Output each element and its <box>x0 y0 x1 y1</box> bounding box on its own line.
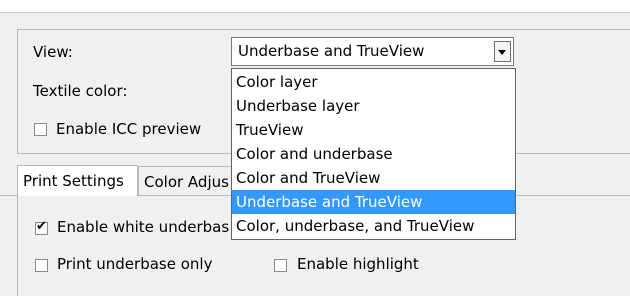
enable-highlight-checkbox[interactable] <box>274 259 287 272</box>
view-label: View: <box>33 43 73 61</box>
tab-color-adjustments[interactable]: Color Adjus <box>138 166 238 195</box>
enable-icc-preview-checkbox[interactable] <box>34 123 47 136</box>
dropdown-option[interactable]: Color layer <box>232 70 515 94</box>
enable-white-underbase-checkbox[interactable]: ✔ <box>35 219 48 235</box>
view-select-value: Underbase and TrueView <box>238 42 425 60</box>
enable-highlight-label[interactable]: Enable highlight <box>297 255 419 273</box>
tab-print-settings[interactable]: Print Settings <box>17 165 138 196</box>
textile-color-label: Textile color: <box>33 82 128 100</box>
tab-print-settings-label: Print Settings <box>23 172 124 190</box>
dropdown-option-selected[interactable]: Underbase and TrueView <box>232 190 515 214</box>
top-panel <box>0 0 630 13</box>
dropdown-option[interactable]: TrueView <box>232 118 515 142</box>
print-underbase-only-checkbox[interactable] <box>35 259 48 272</box>
view-dropdown-list: Color layer Underbase layer TrueView Col… <box>231 68 516 240</box>
dropdown-button[interactable] <box>494 41 511 62</box>
dropdown-option[interactable]: Color and TrueView <box>232 166 515 190</box>
print-underbase-only-label[interactable]: Print underbase only <box>57 255 212 273</box>
chevron-down-icon <box>498 50 506 55</box>
enable-icc-preview-label[interactable]: Enable ICC preview <box>56 120 201 138</box>
dropdown-option[interactable]: Underbase layer <box>232 94 515 118</box>
tab-color-adjustments-label: Color Adjus <box>144 173 229 191</box>
view-select[interactable]: Underbase and TrueView <box>231 37 514 66</box>
dropdown-option[interactable]: Color, underbase, and TrueView <box>232 214 515 238</box>
dropdown-option[interactable]: Color and underbase <box>232 142 515 166</box>
enable-white-underbase-label[interactable]: Enable white underbas <box>57 218 229 236</box>
checkmark-icon: ✔ <box>36 219 47 234</box>
